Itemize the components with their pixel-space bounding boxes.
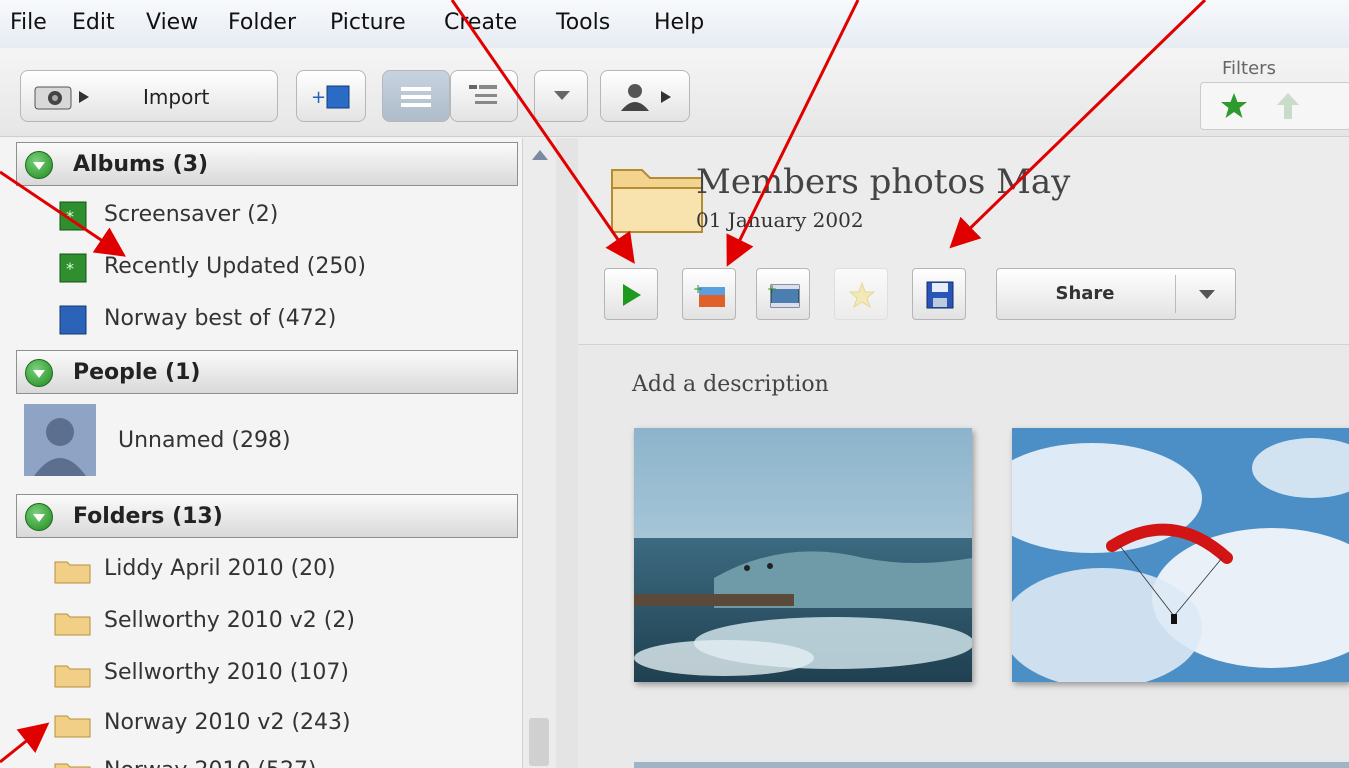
film-icon: + <box>767 282 800 308</box>
share-button[interactable]: Share <box>996 268 1236 320</box>
people-section-title: People (1) <box>73 360 201 385</box>
description-field[interactable]: Add a description <box>632 372 829 397</box>
add-photo-icon: + <box>693 282 725 307</box>
star-button[interactable] <box>834 268 888 320</box>
share-label: Share <box>1055 283 1115 304</box>
menu-file[interactable]: File <box>10 10 47 35</box>
star-icon <box>849 282 875 308</box>
photo-thumbnail-surf[interactable] <box>634 428 972 682</box>
camera-icon <box>34 86 89 110</box>
sidebar-item-label: Screensaver (2) <box>104 202 279 227</box>
sidebar-item-label: Recently Updated (250) <box>104 254 366 279</box>
albums-section-header[interactable]: Albums (3) <box>16 142 518 186</box>
chevron-down-icon <box>554 91 570 100</box>
person-icon <box>621 84 671 111</box>
svg-text:+: + <box>767 282 777 296</box>
sidebar-item-label: Norway 2010 (527) <box>104 758 317 768</box>
sidebar-item-label: Norway 2010 v2 (243) <box>104 710 351 735</box>
expand-albums-icon[interactable] <box>25 151 53 179</box>
tree-view-icon <box>469 85 497 104</box>
upload-filter-icon[interactable] <box>1275 91 1301 121</box>
next-row-photos <box>634 762 1349 768</box>
menu-bar: File Edit View Folder Picture Create Too… <box>0 0 1349 48</box>
album-title: Members photos May <box>696 162 1071 202</box>
tree-view-button[interactable] <box>450 70 518 122</box>
filters-label: Filters <box>1222 58 1276 79</box>
add-to-screensaver-button[interactable]: + <box>682 268 736 320</box>
sidebar-item-label: Liddy April 2010 (20) <box>104 556 336 581</box>
svg-text:*: * <box>66 259 74 278</box>
folder-icon <box>54 715 91 738</box>
svg-text:+: + <box>311 87 326 108</box>
play-slideshow-button[interactable] <box>604 268 658 320</box>
person-tools-button[interactable] <box>600 70 690 122</box>
menu-tools[interactable]: Tools <box>556 10 610 35</box>
folder-icon <box>54 763 91 768</box>
albums-section-title: Albums (3) <box>73 152 209 177</box>
sidebar-item-label: Unnamed (298) <box>118 428 291 453</box>
add-album-button[interactable]: + <box>296 70 366 122</box>
svg-text:+: + <box>693 282 703 296</box>
menu-create[interactable]: Create <box>444 10 517 35</box>
import-button[interactable]: Import <box>20 70 278 122</box>
sidebar: Albums (3) * Screensaver (2) * Recently … <box>0 138 522 768</box>
play-icon <box>623 284 641 306</box>
expand-folders-icon[interactable] <box>25 503 53 531</box>
star-filter-icon[interactable] <box>1219 91 1249 121</box>
menu-view[interactable]: View <box>146 10 198 35</box>
share-divider <box>1175 275 1176 313</box>
album-star-icon: * <box>59 201 87 231</box>
add-album-icon: + <box>311 85 350 109</box>
sidebar-item-label: Norway best of (472) <box>104 306 337 331</box>
svg-text:*: * <box>66 207 74 226</box>
list-view-icon <box>401 87 431 107</box>
folders-section-header[interactable]: Folders (13) <box>16 494 518 538</box>
folder-icon <box>54 561 91 584</box>
pane-splitter[interactable] <box>556 138 578 768</box>
album-icon <box>59 305 87 335</box>
chevron-down-icon[interactable] <box>1199 290 1215 300</box>
album-star-icon: * <box>59 253 87 283</box>
people-section-header[interactable]: People (1) <box>16 350 518 394</box>
folder-icon <box>54 665 91 688</box>
album-header: Members photos May 01 January 2002 + + S… <box>578 138 1349 345</box>
scroll-up-icon[interactable] <box>532 150 548 162</box>
add-movie-button[interactable]: + <box>756 268 810 320</box>
list-view-button[interactable] <box>382 70 450 122</box>
menu-picture[interactable]: Picture <box>330 10 406 35</box>
folders-section-title: Folders (13) <box>73 504 223 529</box>
person-avatar-icon <box>24 404 96 476</box>
large-folder-icon <box>611 169 703 233</box>
scroll-thumb[interactable] <box>529 718 549 766</box>
save-button[interactable] <box>912 268 966 320</box>
photo-thumbnail-paraglider[interactable] <box>1012 428 1349 682</box>
sidebar-item-label: Sellworthy 2010 v2 (2) <box>104 608 355 633</box>
menu-help[interactable]: Help <box>654 10 704 35</box>
filters-box <box>1200 82 1349 130</box>
expand-people-icon[interactable] <box>25 359 53 387</box>
import-label: Import <box>143 85 210 109</box>
view-options-dropdown[interactable] <box>534 70 588 122</box>
toolbar: Import + Filters <box>0 48 1349 137</box>
album-date: 01 January 2002 <box>696 208 864 232</box>
sidebar-item-label: Sellworthy 2010 (107) <box>104 660 349 685</box>
floppy-disk-icon <box>926 281 954 309</box>
folder-icon <box>54 613 91 636</box>
sidebar-scrollbar[interactable] <box>522 138 558 768</box>
album-view: Members photos May 01 January 2002 + + S… <box>578 138 1349 768</box>
menu-folder[interactable]: Folder <box>228 10 296 35</box>
menu-edit[interactable]: Edit <box>72 10 115 35</box>
